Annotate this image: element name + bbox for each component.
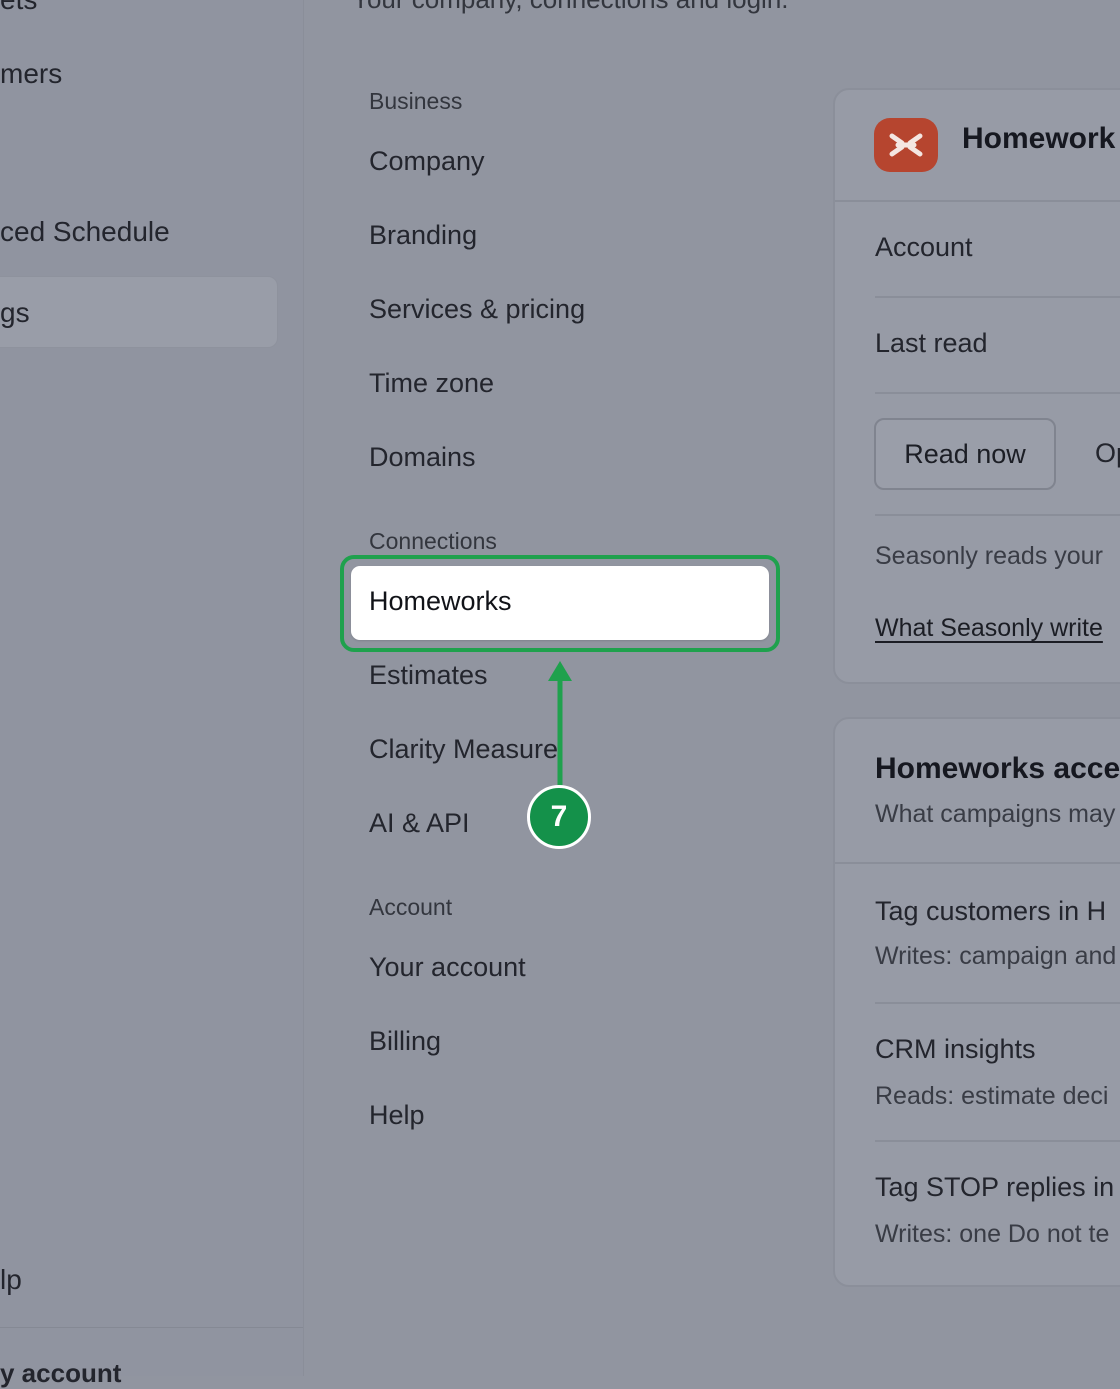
access-card-subtitle: What campaigns may xyxy=(875,800,1116,828)
arrow-up-icon xyxy=(548,661,572,787)
what-seasonly-writes-link[interactable]: What Seasonly write xyxy=(875,614,1103,643)
nav-item-branding[interactable]: Branding xyxy=(369,220,477,251)
sidebar-item-label[interactable]: ets xyxy=(0,0,37,16)
permission-title: CRM insights xyxy=(875,1034,1036,1064)
card-divider xyxy=(875,514,1120,516)
account-label: Account xyxy=(875,232,973,262)
integration-card xyxy=(833,88,1120,684)
section-label-business: Business xyxy=(369,88,463,114)
section-label-account: Account xyxy=(369,894,453,920)
permission-title: Tag STOP replies in xyxy=(875,1172,1115,1202)
nav-item-domains[interactable]: Domains xyxy=(369,442,476,473)
read-now-button[interactable]: Read now xyxy=(874,418,1056,490)
integration-description: Seasonly reads your xyxy=(875,542,1103,570)
nav-item-time-zone[interactable]: Time zone xyxy=(369,368,494,399)
card-divider xyxy=(875,1140,1120,1142)
sidebar-item-label[interactable]: lp xyxy=(0,1264,22,1296)
nav-item-homeworks-label: Homeworks xyxy=(369,586,512,616)
nav-item-company[interactable]: Company xyxy=(369,146,485,177)
nav-item-help[interactable]: Help xyxy=(369,1100,425,1131)
access-card-title: Homeworks acce xyxy=(875,752,1120,785)
card-divider xyxy=(835,200,1120,202)
sidebar-divider xyxy=(0,1327,303,1328)
permission-description: Writes: one Do not te xyxy=(875,1220,1110,1248)
sidebar-item-settings-active[interactable] xyxy=(0,276,278,348)
nav-item-ai-api[interactable]: AI & API xyxy=(369,808,470,839)
card-divider xyxy=(835,862,1120,864)
sidebar-item-label[interactable]: ced Schedule xyxy=(0,216,170,248)
nav-item-clarity-measure[interactable]: Clarity Measure xyxy=(369,734,558,765)
sidebar-account-label[interactable]: y account xyxy=(0,1358,121,1389)
nav-item-estimates[interactable]: Estimates xyxy=(369,660,488,691)
permission-description: Writes: campaign and xyxy=(875,942,1117,970)
section-label-connections: Connections xyxy=(369,528,497,554)
page-subtitle: Your company, connections and login. xyxy=(352,0,789,15)
nav-item-your-account[interactable]: Your account xyxy=(369,952,526,983)
permission-title: Tag customers in H xyxy=(875,896,1107,926)
homeworks-logo-icon xyxy=(874,118,938,172)
sidebar-item-label[interactable]: mers xyxy=(0,58,62,90)
last-read-label: Last read xyxy=(875,328,988,358)
card-divider xyxy=(875,296,1120,298)
sidebar-item-label[interactable]: gs xyxy=(0,297,30,329)
step-badge: 7 xyxy=(527,785,591,849)
nav-item-services-pricing[interactable]: Services & pricing xyxy=(369,294,585,325)
card-divider xyxy=(875,392,1120,394)
sidebar: ets mers ced Schedule gs lp y account xyxy=(0,0,304,1388)
permission-description: Reads: estimate deci xyxy=(875,1082,1109,1110)
integration-title: Homework xyxy=(962,122,1116,155)
card-divider xyxy=(875,1002,1120,1004)
second-action-button[interactable]: Op xyxy=(1095,438,1120,469)
nav-item-billing[interactable]: Billing xyxy=(369,1026,441,1057)
